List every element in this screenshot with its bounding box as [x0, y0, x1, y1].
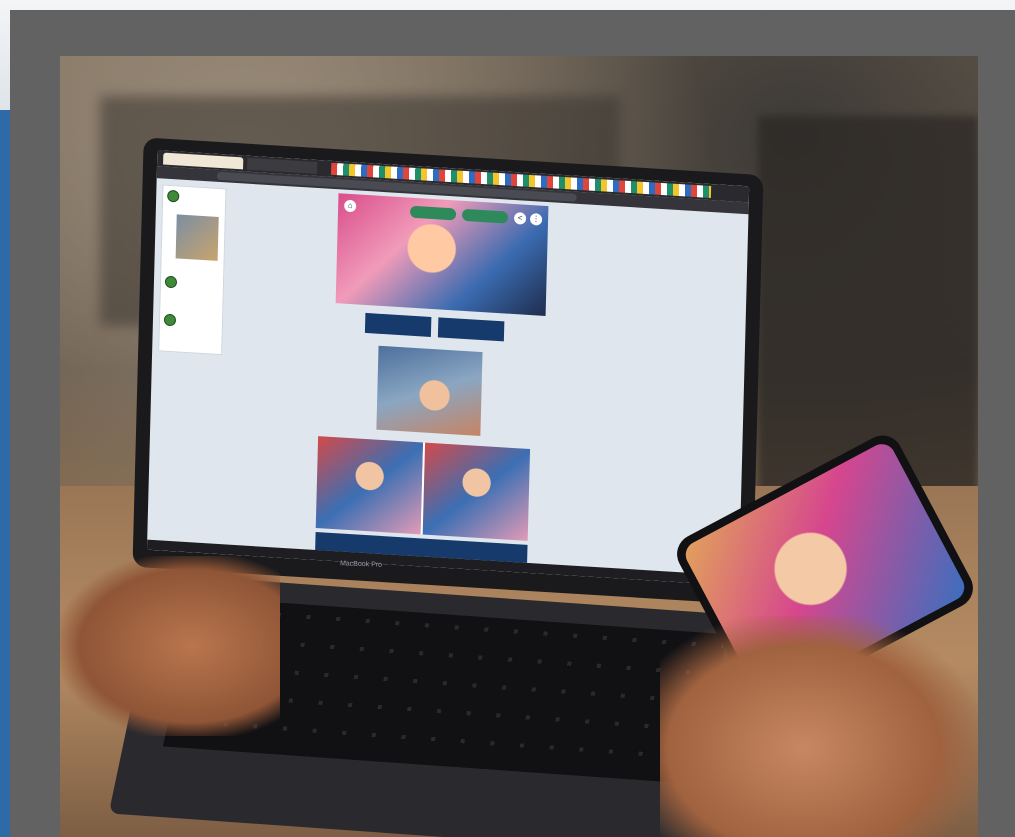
thumbnail-image [175, 214, 219, 261]
step-text [182, 197, 222, 199]
step-2 [164, 275, 220, 291]
step-number-icon [164, 275, 178, 289]
more-icon[interactable]: ⋮ [529, 212, 543, 226]
step-text [180, 283, 220, 285]
photo-collage [315, 436, 531, 541]
photo: ⌂ < ⋮ MacBook Pro [60, 56, 978, 837]
laptop: ⌂ < ⋮ [132, 137, 764, 605]
boy-photo [376, 345, 483, 436]
hero-button-left[interactable] [409, 205, 457, 221]
hero-photo: ⌂ < ⋮ [335, 193, 549, 316]
action-button-right[interactable] [437, 317, 505, 342]
collage-photo [422, 442, 531, 541]
action-button-left[interactable] [364, 312, 432, 337]
step-number-icon [167, 189, 180, 203]
step-1 [167, 189, 222, 205]
home-icon[interactable]: ⌂ [344, 199, 357, 213]
share-icon[interactable]: < [513, 211, 527, 225]
collage-photo [315, 436, 426, 535]
right-hand [660, 616, 978, 837]
step-number-icon [163, 313, 177, 327]
blurred-shelf [758, 116, 978, 496]
laptop-brand-label: MacBook Pro [339, 560, 383, 569]
left-hand [60, 556, 280, 736]
hero-button-right[interactable] [461, 208, 509, 224]
laptop-screen: ⌂ < ⋮ [146, 150, 750, 586]
step-3 [163, 313, 219, 329]
step-text [179, 321, 219, 323]
instructions-panel [158, 184, 227, 356]
